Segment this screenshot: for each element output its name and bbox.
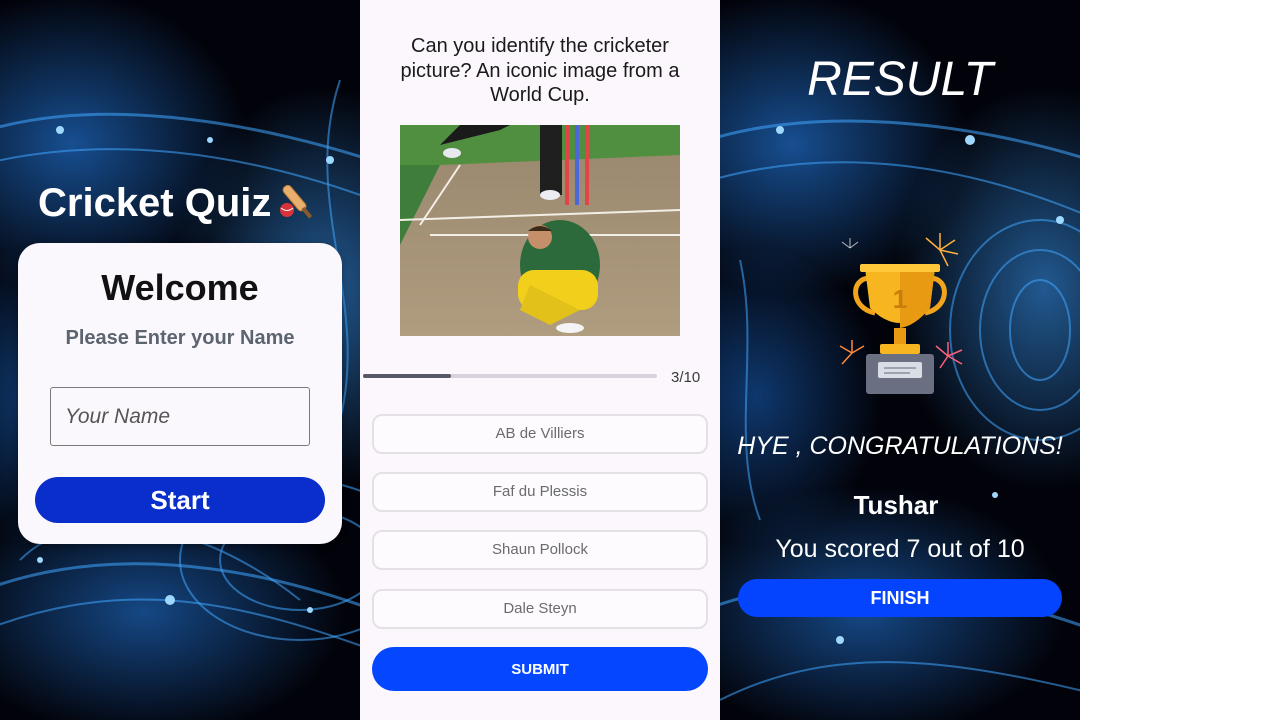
congrats-text: HYE , CONGRATULATIONS! bbox=[737, 432, 1063, 460]
trophy-fireworks-icon: 1 bbox=[830, 228, 970, 400]
app-title: Cricket Quiz bbox=[38, 180, 323, 226]
option-ab-de-villiers[interactable]: AB de Villiers bbox=[372, 414, 708, 454]
question-text: Can you identify the cricketer picture? … bbox=[400, 35, 680, 106]
name-prompt: Please Enter your Name bbox=[65, 327, 295, 349]
app-title-text: Cricket Quiz bbox=[38, 180, 272, 225]
score-text: You scored 7 out of 10 bbox=[775, 535, 1025, 563]
cricket-bat-ball-icon bbox=[273, 180, 323, 226]
svg-text:1: 1 bbox=[893, 284, 907, 314]
result-title: RESULT bbox=[807, 53, 993, 106]
finish-button[interactable]: FINISH bbox=[738, 579, 1062, 617]
result-screen: RESULT 1 HYE , CONGRATULATIONS! Tushar Y… bbox=[720, 0, 1080, 720]
cricketer-photo bbox=[400, 125, 680, 336]
option-dale-steyn[interactable]: Dale Steyn bbox=[372, 589, 708, 629]
start-button[interactable]: Start bbox=[35, 477, 325, 523]
name-input[interactable] bbox=[50, 387, 310, 446]
start-screen: Cricket Quiz Welcome Please Enter your N… bbox=[0, 0, 360, 720]
option-shaun-pollock[interactable]: Shaun Pollock bbox=[372, 530, 708, 570]
welcome-card: Welcome Please Enter your Name Start bbox=[18, 243, 342, 544]
quiz-progress-bar bbox=[363, 374, 657, 378]
question-screen: Can you identify the cricketer picture? … bbox=[360, 0, 720, 720]
progress-label: 3/10 bbox=[671, 369, 701, 386]
welcome-title: Welcome bbox=[101, 267, 259, 308]
submit-button[interactable]: SUBMIT bbox=[372, 647, 708, 691]
quiz-progress-fill bbox=[363, 374, 452, 378]
option-faf-du-plessis[interactable]: Faf du Plessis bbox=[372, 472, 708, 512]
player-name: Tushar bbox=[853, 490, 939, 520]
